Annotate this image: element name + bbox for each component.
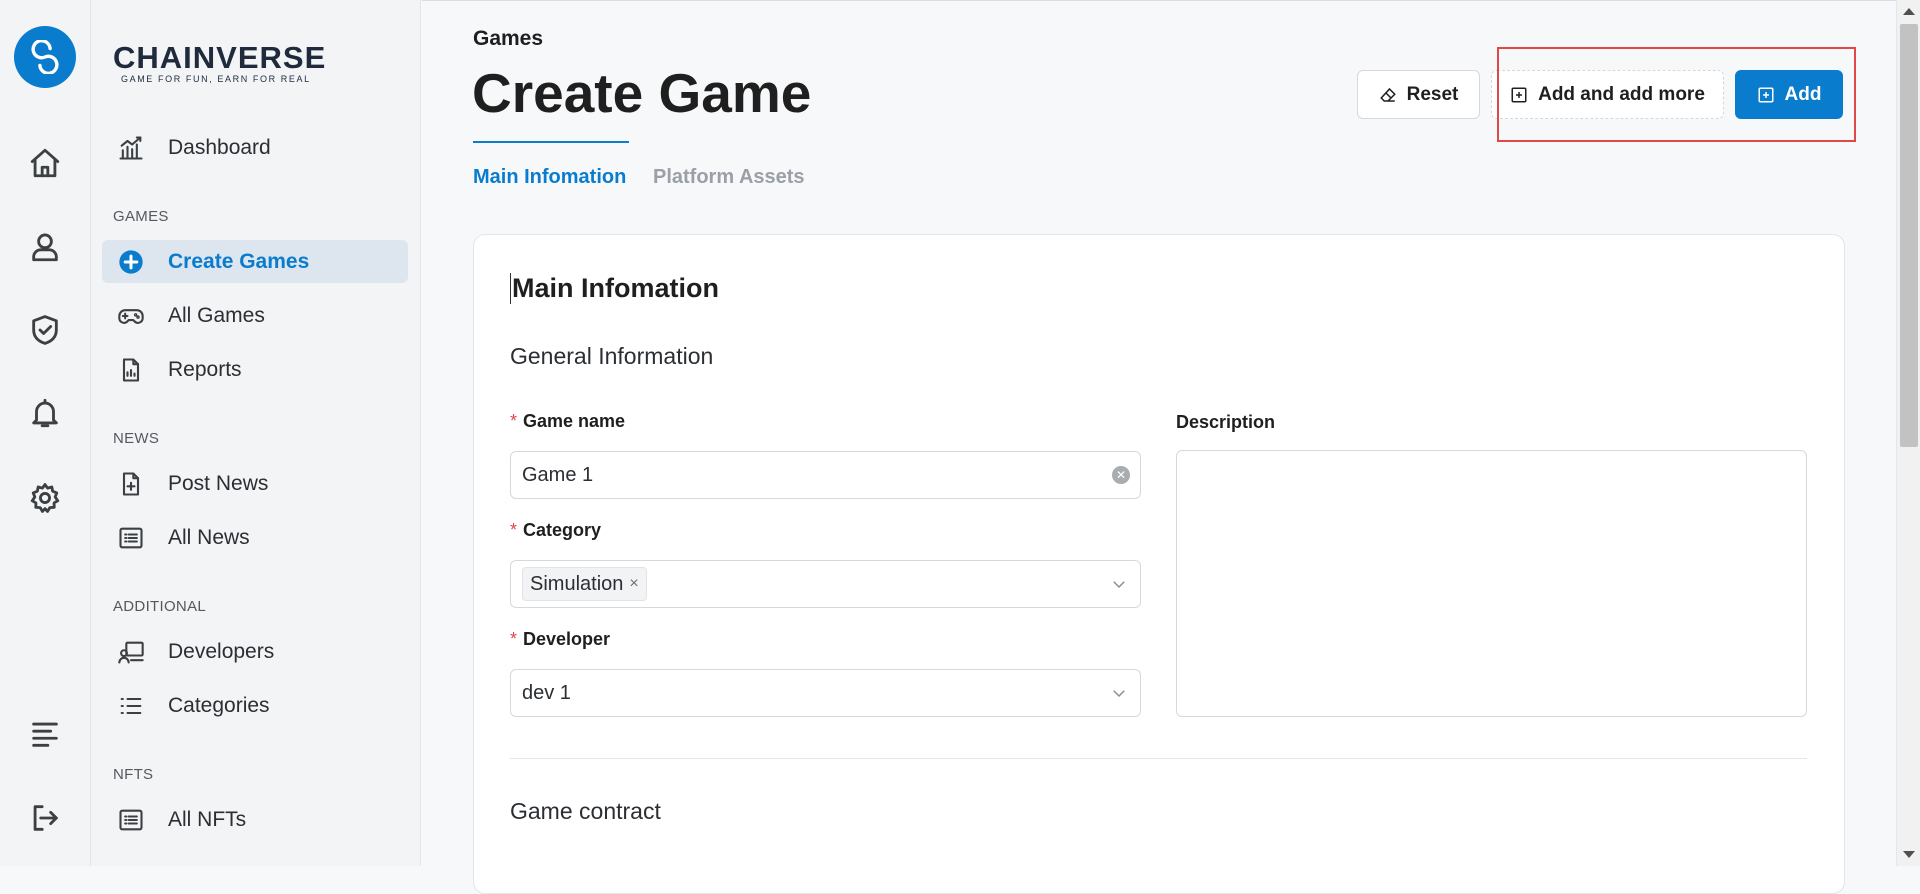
sidebar-item-all-nfts[interactable]: All NFTs xyxy=(102,798,408,841)
menu-icon[interactable] xyxy=(26,715,64,753)
description-label: Description xyxy=(1176,412,1276,432)
sidebar-item-label: All NFTs xyxy=(168,807,247,831)
chevron-down-icon[interactable] xyxy=(1110,684,1128,702)
brand-logo[interactable]: CHAINVERSE GAME FOR FUN, EARN FOR REAL xyxy=(113,40,326,84)
sidebar-item-label: Post News xyxy=(168,471,269,495)
category-label: * Category xyxy=(510,520,602,540)
card-title: Main Infomation xyxy=(510,273,719,304)
reset-button[interactable]: Reset xyxy=(1357,70,1480,119)
sidebar-item-categories[interactable]: Categories xyxy=(102,684,408,727)
brand-tagline: GAME FOR FUN, EARN FOR REAL xyxy=(121,74,311,84)
developer-select[interactable]: dev 1 xyxy=(510,669,1141,717)
brand-name: CHAINVERSE xyxy=(113,40,327,75)
gear-icon[interactable] xyxy=(26,479,64,517)
plus-circle-icon xyxy=(116,247,146,277)
sidebar-item-reports[interactable]: Reports xyxy=(102,348,408,391)
required-mark: * xyxy=(510,520,518,540)
sidebar-item-label: Categories xyxy=(168,693,270,717)
form-card: Main Infomation General Information * Gam… xyxy=(473,234,1845,894)
file-plus-icon xyxy=(116,469,146,499)
home-icon[interactable] xyxy=(26,144,64,182)
report-icon xyxy=(116,355,146,385)
sidebar-item-label: Developers xyxy=(168,639,275,663)
list-box-icon xyxy=(116,805,146,835)
plus-square-icon xyxy=(1758,87,1774,102)
game-contract-title: Game contract xyxy=(510,798,661,824)
chainverse-logo-icon[interactable] xyxy=(14,26,76,88)
game-name-value: Game 1 xyxy=(522,463,594,486)
chevron-down-icon[interactable] xyxy=(1110,575,1128,593)
tab-main-information[interactable]: Main Infomation xyxy=(473,166,626,189)
required-mark: * xyxy=(510,411,518,431)
game-name-label: * Game name xyxy=(510,411,626,431)
main-content: Games Create Game Reset Add and add more… xyxy=(422,0,1896,894)
sidebar-item-developers[interactable]: Developers xyxy=(102,630,408,673)
section-additional: ADDITIONAL xyxy=(113,598,207,615)
sidebar-item-label: Create Games xyxy=(168,249,310,273)
tab-indicator xyxy=(473,141,629,143)
sidebar-item-label: Dashboard xyxy=(168,135,271,159)
developer-label: * Developer xyxy=(510,629,611,649)
reset-button-label: Reset xyxy=(1406,83,1459,105)
logout-icon[interactable] xyxy=(26,799,64,837)
plus-square-icon xyxy=(1511,87,1527,102)
add-and-add-more-button[interactable]: Add and add more xyxy=(1491,70,1724,119)
sidebar-item-label: All Games xyxy=(168,303,265,327)
developer-value: dev 1 xyxy=(522,681,571,704)
divider xyxy=(510,758,1807,759)
section-nfts: NFTS xyxy=(113,766,154,783)
tab-platform-assets[interactable]: Platform Assets xyxy=(653,166,805,189)
page-title: Create Game xyxy=(472,62,812,124)
breadcrumb[interactable]: Games xyxy=(473,27,543,51)
list-icon xyxy=(116,691,146,721)
scroll-up-icon[interactable] xyxy=(1903,8,1915,15)
category-select[interactable]: Simulation × xyxy=(510,560,1141,608)
chart-icon xyxy=(116,133,146,163)
sidebar-item-all-games[interactable]: All Games xyxy=(102,294,408,337)
section-news: NEWS xyxy=(113,430,160,447)
bell-icon[interactable] xyxy=(26,394,64,432)
user-icon[interactable] xyxy=(26,228,64,266)
sidebar-item-all-news[interactable]: All News xyxy=(102,516,408,559)
description-textarea[interactable] xyxy=(1176,450,1807,717)
sidebar: CHAINVERSE GAME FOR FUN, EARN FOR REAL D… xyxy=(91,0,421,866)
shield-check-icon[interactable] xyxy=(26,311,64,349)
gamepad-icon xyxy=(116,301,146,331)
sidebar-item-dashboard[interactable]: Dashboard xyxy=(102,126,408,169)
sidebar-item-label: All News xyxy=(168,525,250,549)
remove-tag-icon[interactable]: × xyxy=(629,575,638,593)
required-mark: * xyxy=(510,629,518,649)
vertical-scrollbar[interactable] xyxy=(1896,0,1920,866)
add-button[interactable]: Add xyxy=(1735,70,1843,119)
add-button-label: Add xyxy=(1784,83,1822,105)
game-name-input[interactable]: Game 1 ✕ xyxy=(510,451,1141,499)
sidebar-item-create-games[interactable]: Create Games xyxy=(102,240,408,283)
eraser-icon xyxy=(1379,87,1396,102)
scrollbar-thumb[interactable] xyxy=(1900,24,1918,447)
sidebar-item-label: Reports xyxy=(168,357,242,381)
add-more-button-label: Add and add more xyxy=(1538,83,1705,105)
developer-icon xyxy=(116,637,146,667)
section-games: GAMES xyxy=(113,208,169,225)
category-tag-label: Simulation xyxy=(530,572,624,595)
sidebar-item-post-news[interactable]: Post News xyxy=(102,462,408,505)
category-tag: Simulation × xyxy=(522,567,647,601)
list-box-icon xyxy=(116,523,146,553)
general-information-title: General Information xyxy=(510,343,714,369)
icon-rail xyxy=(0,0,91,866)
clear-icon[interactable]: ✕ xyxy=(1112,466,1130,484)
scroll-down-icon[interactable] xyxy=(1903,851,1915,858)
